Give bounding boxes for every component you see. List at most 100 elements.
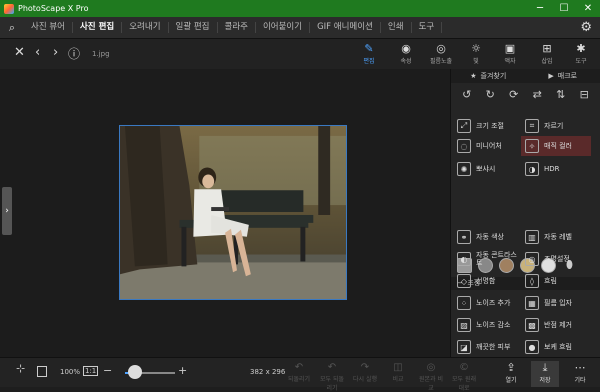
crop-button[interactable]: ⌗자르기 — [525, 116, 595, 136]
clean-skin-icon: ◪ — [457, 340, 471, 354]
compare-icon: ◫ — [384, 362, 412, 374]
menu-batch[interactable]: 일괄 편집 — [169, 22, 218, 33]
auto-color-button[interactable]: ⚭자동 색상 — [457, 227, 523, 247]
tab-favorites[interactable]: ★ 즐겨찾기 — [451, 69, 526, 83]
bottom-bar: ⊹ 100% 1:1 − + 382 x 296 ↶되돌리기 ↶모두 되돌리기 … — [0, 357, 600, 387]
auto-color-icon: ⚭ — [457, 230, 471, 244]
zoom-out-icon[interactable]: − — [103, 364, 112, 377]
editor-toolbar: ✕ ‹ › ⓘ 1.jpg ✎ 편집 ◉ 속성 ◎ 필름노출 ☼ 빛 ▣ 액자 … — [0, 39, 600, 69]
film-grain-button[interactable]: ▦필름 입자 — [525, 293, 595, 313]
save-icon: ⤓ — [531, 361, 559, 375]
blur-button[interactable]: ◊흐림 — [525, 271, 595, 291]
menu-viewer[interactable]: 사진 뷰어 — [24, 22, 73, 33]
tool-frame[interactable]: ▣ 액자 — [498, 42, 522, 65]
compare-button[interactable]: ◫비교 — [384, 362, 412, 383]
auto-contrast-button[interactable]: ◐자동 콘트라스트 — [457, 249, 525, 269]
more-icon: ⋯ — [566, 361, 594, 375]
fit-screen-icon[interactable]: ⊹ — [16, 362, 25, 375]
bokeh-blur-icon: ● — [525, 340, 539, 354]
more-button[interactable]: ⋯기타 — [566, 361, 594, 384]
sharpen-button[interactable]: ◇선명함 — [457, 271, 523, 291]
gear-icon[interactable]: ⚙ — [580, 20, 592, 35]
close-icon[interactable]: ✕ — [14, 45, 25, 60]
spot-remove-button[interactable]: ▩반점 제거 — [525, 315, 595, 335]
search-icon[interactable]: ⌕ — [0, 21, 24, 35]
menu-cut-out[interactable]: 오려내기 — [122, 22, 168, 33]
expand-sidebar-handle[interactable]: › — [2, 187, 12, 235]
undo-all-icon: ↶ — [318, 362, 346, 374]
flip-vertical-icon[interactable]: ⇅ — [556, 88, 565, 101]
add-noise-icon: ⁘ — [457, 296, 471, 310]
clean-skin-button[interactable]: ◪깨끗한 피부 — [457, 337, 523, 357]
rotate-free-icon[interactable]: ⟳ — [509, 88, 518, 101]
bloom-icon: ✺ — [457, 162, 471, 176]
menu-tools[interactable]: 도구 — [412, 22, 443, 33]
reduce-noise-icon: ▨ — [457, 318, 471, 332]
blur-icon: ◊ — [525, 274, 539, 288]
straighten-icon[interactable]: ⊟ — [580, 88, 589, 101]
app-title: PhotoScape X Pro — [18, 4, 528, 13]
tool-light[interactable]: ☼ 빛 — [464, 42, 488, 65]
sun-icon: ☼ — [464, 42, 488, 56]
miniature-button[interactable]: ◌미니어처 — [457, 136, 523, 156]
undo-all-button[interactable]: ↶모두 되돌리기 — [318, 362, 346, 392]
zoom-slider-knob[interactable] — [128, 365, 142, 379]
tool-properties[interactable]: ◉ 속성 — [394, 42, 418, 65]
bokeh-blur-button[interactable]: ●보케 흐림 — [525, 337, 595, 357]
crop-icon: ⌗ — [525, 119, 539, 133]
tab-macro[interactable]: ▶ 매크로 — [526, 69, 600, 83]
menu-gif[interactable]: GIF 애니메이션 — [310, 22, 381, 33]
ratio-button[interactable]: 1:1 — [83, 366, 98, 376]
image-dimensions: 382 x 296 — [250, 368, 285, 376]
rotate-left-icon[interactable]: ↺ — [462, 88, 471, 101]
title-bar: PhotoScape X Pro ─ ☐ ✕ — [0, 0, 600, 17]
save-button[interactable]: ⤓저장 — [531, 361, 559, 387]
open-button[interactable]: ⇪열기 — [497, 361, 525, 384]
tool-edit[interactable]: ✎ 편집 — [357, 42, 381, 65]
zoom-in-icon[interactable]: + — [178, 364, 187, 377]
auto-level-icon: ▥ — [525, 230, 539, 244]
miniature-icon: ◌ — [457, 139, 471, 153]
edited-photo[interactable] — [119, 125, 347, 300]
chevron-left-icon[interactable]: ‹ — [35, 45, 40, 60]
flip-horizontal-icon[interactable]: ⇄ — [533, 88, 542, 101]
menu-editor[interactable]: 사진 편집 — [73, 22, 122, 33]
sharpen-icon: ◇ — [457, 274, 471, 288]
redo-button[interactable]: ↷다시 실행 — [351, 362, 379, 383]
open-icon: ⇪ — [497, 361, 525, 375]
add-noise-button[interactable]: ⁘노이즈 추가 — [457, 293, 523, 313]
minimize-button[interactable]: ─ — [528, 3, 552, 14]
actual-size-icon[interactable] — [37, 366, 47, 377]
resize-button[interactable]: ⤢크기 조절 — [457, 116, 523, 136]
compare-original-icon: ◎ — [417, 362, 445, 374]
lighting-button[interactable]: ◎조명설정 — [525, 249, 595, 269]
redo-icon: ↷ — [351, 362, 379, 374]
magic-color-button[interactable]: ✧매직 컬러 — [521, 136, 591, 156]
compare-original-button[interactable]: ◎원본과 비교 — [417, 362, 445, 392]
bloom-button[interactable]: ✺뽀샤시 — [457, 159, 523, 179]
edit-panel: ★ 즐겨찾기 ▶ 매크로 ↺ ↻ ⟳ ⇄ ⇅ ⊟ ⤢크기 조절 ⌗자르기 ◌미니… — [450, 69, 600, 357]
close-window-button[interactable]: ✕ — [576, 3, 600, 14]
file-name: 1.jpg — [92, 50, 110, 58]
star-icon: ★ — [470, 72, 476, 80]
menu-print[interactable]: 인쇄 — [381, 22, 412, 33]
tool-film[interactable]: ◎ 필름노출 — [429, 42, 453, 65]
undo-button[interactable]: ↶되돌리기 — [285, 362, 313, 383]
tool-insert[interactable]: ⊞ 삽입 — [535, 42, 559, 65]
reduce-noise-button[interactable]: ▨노이즈 감소 — [457, 315, 523, 335]
maximize-button[interactable]: ☐ — [552, 3, 576, 14]
edit-icon: ✎ — [357, 42, 381, 56]
tool-tools[interactable]: ✱ 도구 — [569, 42, 593, 65]
menu-combine[interactable]: 이어붙이기 — [256, 22, 310, 33]
lighting-icon: ◎ — [525, 252, 539, 266]
revert-all-button[interactable]: ©모두 원래대로 — [450, 362, 478, 392]
insert-icon: ⊞ — [535, 42, 559, 56]
auto-contrast-icon: ◐ — [457, 252, 471, 266]
hdr-button[interactable]: ◑HDR — [525, 159, 595, 179]
menu-collage[interactable]: 콜라주 — [218, 22, 256, 33]
auto-level-button[interactable]: ▥자동 레벨 — [525, 227, 595, 247]
info-icon[interactable]: ⓘ — [68, 45, 80, 62]
revert-icon: © — [450, 362, 478, 374]
rotate-right-icon[interactable]: ↻ — [486, 88, 495, 101]
chevron-right-icon[interactable]: › — [53, 45, 58, 60]
